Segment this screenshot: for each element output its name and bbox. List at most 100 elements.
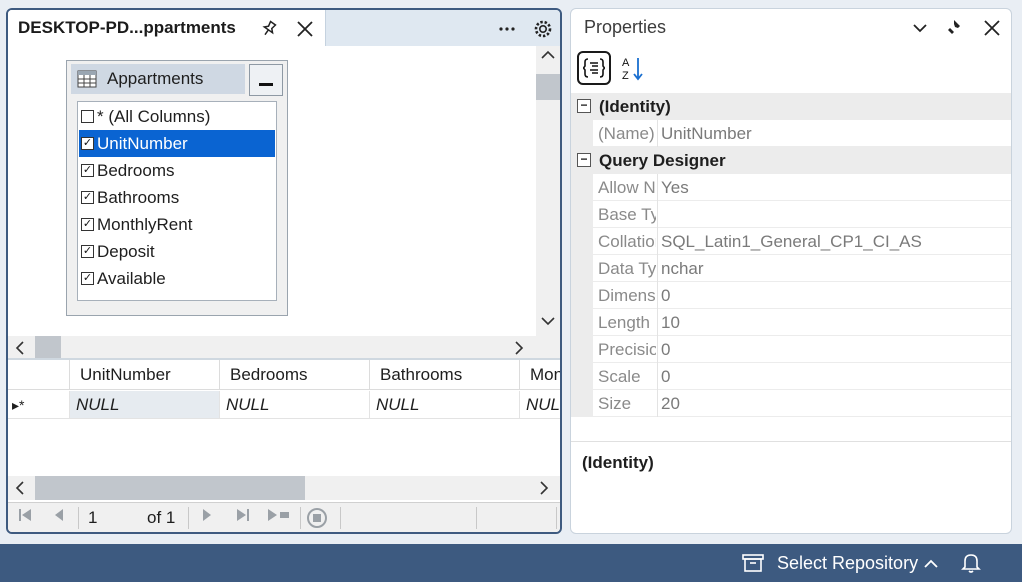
new-row-marker[interactable]: ▸* (8, 391, 70, 419)
property-value[interactable]: nchar (657, 255, 1011, 282)
properties-title: Properties (584, 17, 667, 37)
property-category[interactable]: − (Identity) (571, 93, 1011, 120)
document-tab[interactable]: DESKTOP-PD...ppartments (8, 10, 326, 48)
row-gutter (571, 174, 593, 201)
property-value[interactable]: 10 (657, 309, 1011, 336)
property-value[interactable]: Yes (657, 174, 1011, 201)
property-row[interactable]: Data Typenchar (571, 255, 1011, 282)
column-item[interactable]: ✓ Deposit (79, 238, 275, 265)
close-icon[interactable] (294, 18, 316, 40)
new-record-icon[interactable] (264, 507, 294, 529)
chevron-down-icon[interactable] (909, 17, 931, 39)
grid-cell[interactable]: NULL (220, 391, 370, 419)
grid-column-header[interactable]: UnitNumber (70, 360, 220, 390)
last-record-icon[interactable] (230, 507, 256, 529)
row-gutter (571, 201, 593, 228)
next-record-icon[interactable] (194, 507, 220, 529)
scroll-left-icon[interactable] (14, 341, 26, 358)
row-gutter (571, 255, 593, 282)
grid-horizontal-scrollbar[interactable] (8, 476, 560, 500)
property-row[interactable]: Size 20 (571, 390, 1011, 417)
property-grid: − (Identity) (Name) UnitNumber − Query Design… (571, 93, 1011, 449)
row-gutter (571, 228, 593, 255)
diagram-vertical-scrollbar[interactable] (536, 46, 560, 336)
property-row[interactable]: CollationSQL_Latin1_General_CP1_CI_AS (571, 228, 1011, 255)
bell-icon[interactable] (961, 552, 981, 579)
row-header-corner (8, 360, 70, 390)
column-item[interactable]: ✓ UnitNumber (79, 130, 275, 157)
column-label: * (All Columns) (97, 107, 211, 126)
property-category[interactable]: − Query Designer (571, 147, 1011, 174)
grid-cell[interactable]: NULL (370, 391, 520, 419)
grid-column-header[interactable]: Mon (520, 360, 560, 390)
column-checkbox[interactable] (81, 110, 94, 123)
property-description-title: (Identity) (582, 453, 654, 472)
property-value[interactable] (657, 201, 1011, 228)
collapse-icon[interactable]: − (577, 99, 591, 113)
property-value[interactable]: UnitNumber (657, 120, 1011, 147)
scroll-down-icon[interactable] (541, 314, 555, 330)
alphabetical-sort-icon[interactable]: AZ (621, 55, 647, 88)
diagram-vscroll-thumb[interactable] (536, 74, 560, 100)
diagram-hscroll-thumb[interactable] (35, 336, 61, 360)
property-name: Size (598, 394, 632, 413)
row-gutter (571, 309, 593, 336)
grid-cell[interactable]: NULL (70, 391, 220, 419)
table-box-header[interactable]: Appartments (71, 64, 245, 94)
property-row[interactable]: Allow NullsYes (571, 174, 1011, 201)
chevron-up-icon[interactable] (924, 556, 938, 574)
grid-column-header[interactable]: Bathrooms (370, 360, 520, 390)
repository-icon[interactable] (742, 553, 764, 578)
settings-icon[interactable] (532, 18, 554, 40)
categorized-icon[interactable] (577, 51, 611, 85)
collapse-icon[interactable]: − (577, 153, 591, 167)
column-checkbox[interactable]: ✓ (81, 164, 94, 177)
property-row[interactable]: Precision0 (571, 336, 1011, 363)
grid-column-header[interactable]: Bedrooms (220, 360, 370, 390)
property-row[interactable]: Scale 0 (571, 363, 1011, 390)
current-record-input[interactable]: 1 (88, 508, 97, 528)
property-row[interactable]: (Name) UnitNumber (571, 120, 1011, 147)
column-checkbox[interactable]: ✓ (81, 245, 94, 258)
column-item[interactable]: ✓ Available (79, 265, 275, 292)
select-repository-button[interactable]: Select Repository (777, 553, 918, 574)
diagram-horizontal-scrollbar[interactable] (8, 336, 536, 360)
pin-icon[interactable] (258, 18, 280, 40)
property-value[interactable]: 0 (657, 336, 1011, 363)
column-checkbox[interactable]: ✓ (81, 137, 94, 150)
grid-hscroll-thumb[interactable] (35, 476, 305, 500)
scroll-left-icon[interactable] (14, 481, 26, 498)
column-item[interactable]: * (All Columns) (79, 103, 275, 130)
diagram-pane: Appartments * (All Columns) ✓ UnitNumber ✓ B… (8, 46, 560, 360)
property-value[interactable]: 20 (657, 390, 1011, 417)
property-row[interactable]: Length 10 (571, 309, 1011, 336)
column-checkbox[interactable]: ✓ (81, 218, 94, 231)
more-icon[interactable] (496, 18, 518, 40)
close-icon[interactable] (981, 17, 1003, 39)
navigator-separator (188, 507, 189, 529)
stop-icon[interactable] (304, 507, 330, 529)
column-item[interactable]: ✓ MonthlyRent (79, 211, 275, 238)
column-item[interactable]: ✓ Bathrooms (79, 184, 275, 211)
property-row[interactable]: Base Type (571, 201, 1011, 228)
pin-icon[interactable] (945, 17, 967, 39)
previous-record-icon[interactable] (46, 507, 72, 529)
category-label: Query Designer (599, 151, 726, 170)
column-checkbox[interactable]: ✓ (81, 191, 94, 204)
property-value[interactable]: 0 (657, 363, 1011, 390)
column-item[interactable]: ✓ Bedrooms (79, 157, 275, 184)
grid-cell[interactable]: NUL (520, 391, 560, 419)
scroll-right-icon[interactable] (513, 341, 525, 358)
first-record-icon[interactable] (12, 507, 38, 529)
scroll-up-icon[interactable] (541, 48, 555, 64)
row-gutter (571, 282, 593, 309)
minimize-icon[interactable] (249, 64, 283, 96)
column-checkbox[interactable]: ✓ (81, 272, 94, 285)
description-divider (571, 441, 1011, 442)
property-value[interactable]: SQL_Latin1_General_CP1_CI_AS (657, 228, 1011, 255)
property-row[interactable]: Dimensions0 (571, 282, 1011, 309)
property-value[interactable]: 0 (657, 282, 1011, 309)
table-diagram-box[interactable]: Appartments * (All Columns) ✓ UnitNumber ✓ B… (66, 60, 288, 316)
scroll-right-icon[interactable] (538, 481, 550, 498)
property-name: Dimensions (598, 286, 656, 305)
